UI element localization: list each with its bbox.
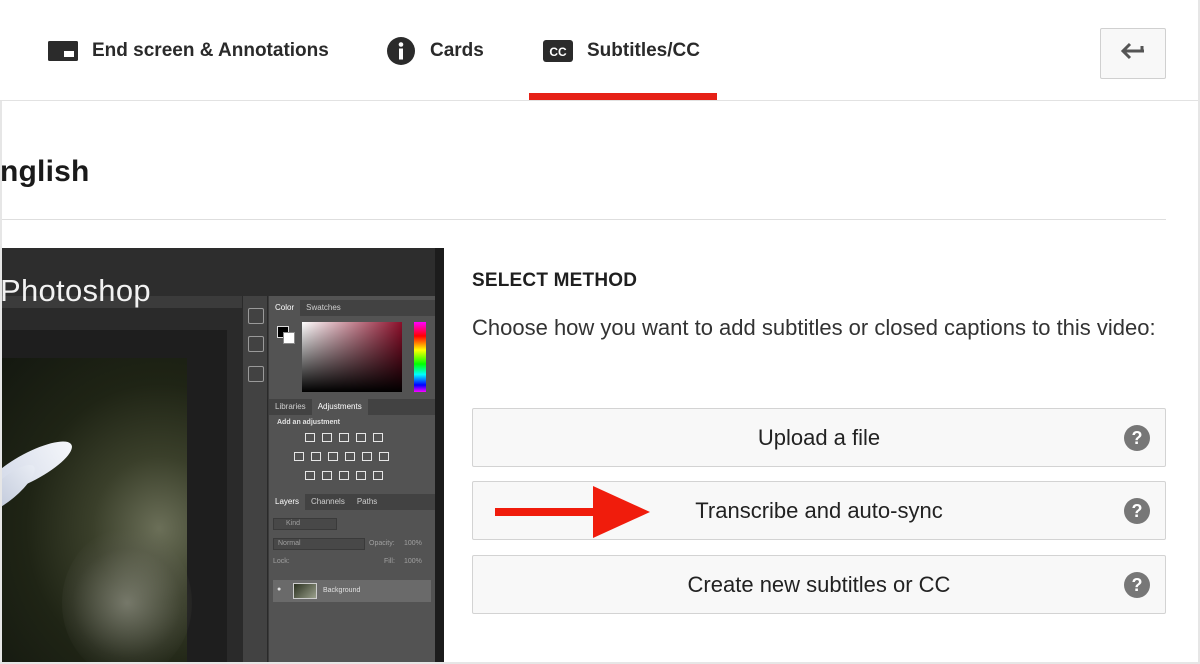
back-button[interactable] bbox=[1100, 28, 1166, 79]
adjustment-icons-row-3 bbox=[305, 471, 383, 480]
add-adjustment-label: Add an adjustment bbox=[277, 419, 341, 426]
svg-text:CC: CC bbox=[549, 45, 567, 59]
flower-photo bbox=[2, 358, 192, 662]
button-label: Upload a file bbox=[757, 424, 881, 450]
layer-row: ● Background bbox=[273, 580, 431, 602]
color-picker-field bbox=[302, 322, 402, 392]
help-icon[interactable]: ? bbox=[1124, 572, 1150, 598]
button-label: Create new subtitles or CC bbox=[687, 571, 951, 597]
tab-label: Cards bbox=[430, 39, 484, 61]
layers-panel-tabs: Layers Channels Paths bbox=[269, 494, 435, 510]
select-method-description: Choose how you want to add subtitles or … bbox=[472, 315, 1156, 340]
fill-label: Fill: bbox=[384, 558, 395, 565]
active-tab-indicator bbox=[529, 93, 717, 100]
tab-swatches: Swatches bbox=[306, 303, 341, 312]
tab-end-screen-annotations[interactable]: End screen & Annotations bbox=[48, 0, 329, 101]
back-arrow-icon bbox=[1120, 42, 1146, 65]
help-icon[interactable]: ? bbox=[1124, 425, 1150, 451]
layer-thumbnail bbox=[293, 583, 317, 599]
ps-panels: Color Swatches Libraries Adjustments Add… bbox=[269, 296, 435, 662]
help-icon[interactable]: ? bbox=[1124, 498, 1150, 524]
tab-label: Subtitles/CC bbox=[587, 39, 700, 61]
cc-icon: CC bbox=[543, 39, 573, 62]
divider bbox=[2, 219, 1166, 220]
history-icon bbox=[248, 308, 264, 324]
tab-layers: Layers bbox=[269, 494, 306, 510]
layer-name: Background bbox=[323, 587, 361, 594]
create-subtitles-button[interactable]: Create new subtitles or CC ? bbox=[472, 555, 1166, 614]
tab-adjustments: Adjustments bbox=[311, 399, 368, 415]
video-title-overlay: Photoshop bbox=[2, 273, 151, 308]
lock-label: Lock: bbox=[273, 558, 290, 565]
tab-libraries: Libraries bbox=[275, 402, 306, 411]
end-screen-icon bbox=[48, 40, 78, 62]
adjustment-icons-row-2 bbox=[294, 452, 389, 461]
upload-file-button[interactable]: Upload a file ? bbox=[472, 408, 1166, 467]
blend-mode-select: Normal bbox=[273, 538, 365, 550]
fill-value: 100% bbox=[404, 558, 422, 565]
hue-slider bbox=[414, 322, 426, 392]
paragraph-icon bbox=[248, 366, 264, 382]
tab-label: End screen & Annotations bbox=[92, 39, 329, 61]
ps-canvas-area bbox=[2, 308, 242, 662]
tab-cards[interactable]: Cards bbox=[386, 0, 484, 101]
background-swatch bbox=[283, 332, 295, 344]
tab-channels: Channels bbox=[311, 497, 345, 506]
video-preview[interactable]: Photoshop Color Swatches Libraries Adjus… bbox=[2, 248, 444, 662]
tab-color: Color bbox=[269, 300, 301, 316]
adjustment-icons-row-1 bbox=[305, 433, 383, 442]
eye-icon: ● bbox=[277, 586, 282, 593]
opacity-value: 100% bbox=[404, 540, 422, 547]
ps-tool-strip bbox=[242, 296, 268, 662]
tab-paths: Paths bbox=[356, 497, 378, 506]
info-icon bbox=[386, 36, 416, 66]
opacity-label: Opacity: bbox=[369, 540, 395, 547]
adjust-panel-tabs: Libraries Adjustments bbox=[269, 399, 435, 415]
ps-edge bbox=[435, 248, 444, 662]
kind-filter: Kind bbox=[273, 518, 337, 530]
color-panel-tabs: Color Swatches bbox=[269, 300, 435, 316]
tab-subtitles-cc[interactable]: CC Subtitles/CC bbox=[543, 0, 700, 101]
properties-icon bbox=[248, 336, 264, 352]
select-method-heading: SELECT METHOD bbox=[472, 270, 638, 291]
button-label: Transcribe and auto-sync bbox=[695, 497, 943, 523]
language-title: nglish bbox=[0, 155, 90, 188]
red-arrow-annotation bbox=[495, 486, 650, 538]
editor-tab-bar: End screen & Annotations Cards CC Subtit… bbox=[0, 0, 1198, 101]
